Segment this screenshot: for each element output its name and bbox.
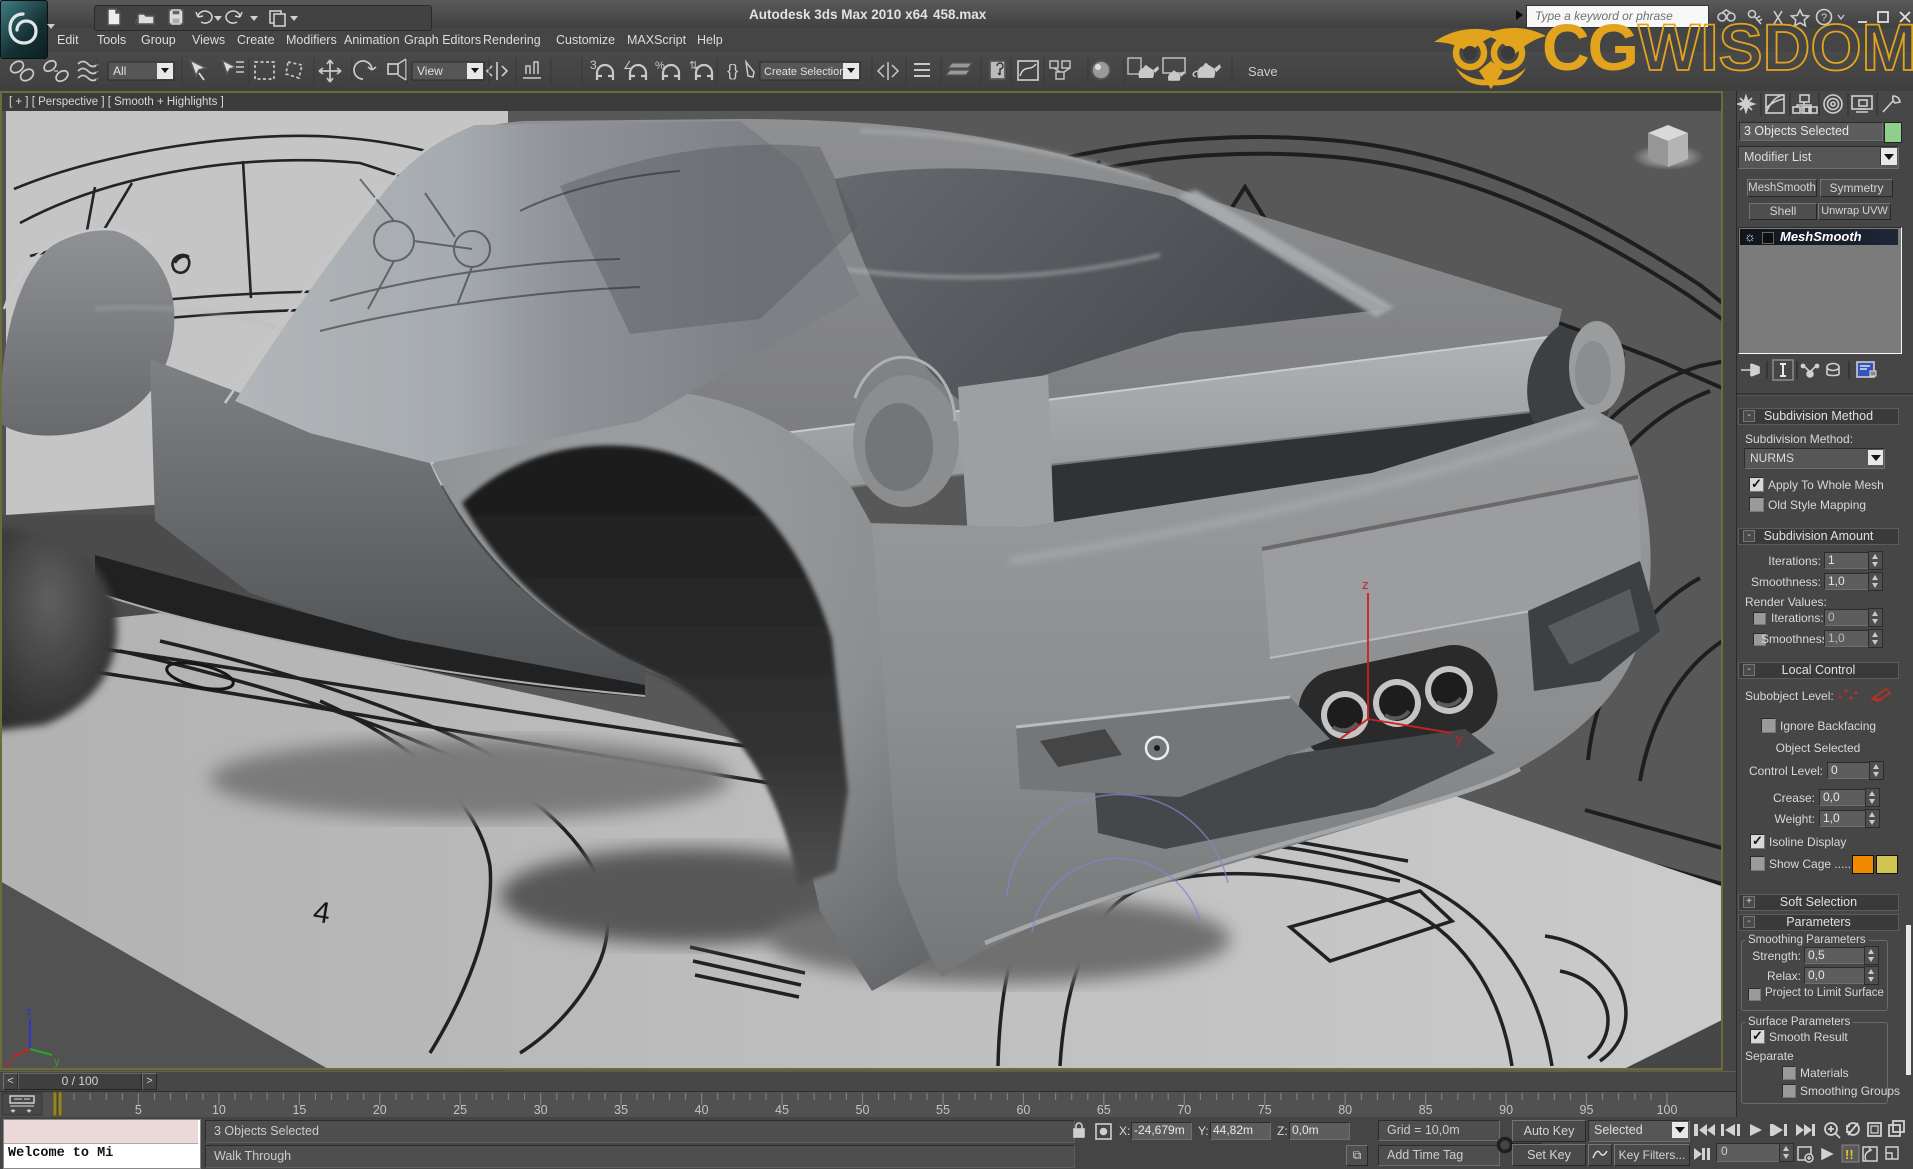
svg-text:100: 100 bbox=[1657, 1103, 1678, 1117]
svg-text:y: y bbox=[54, 1056, 60, 1068]
svg-text:Save: Save bbox=[1248, 64, 1278, 79]
svg-text:5: 5 bbox=[135, 1103, 142, 1117]
svg-text:[ + ] [ Perspective ] [ Smooth: [ + ] [ Perspective ] [ Smooth + Highlig… bbox=[9, 96, 224, 108]
svg-text:40: 40 bbox=[695, 1103, 709, 1117]
svg-text:75: 75 bbox=[1258, 1103, 1272, 1117]
svg-text:y: y bbox=[1456, 731, 1463, 746]
svg-text:10: 10 bbox=[212, 1103, 226, 1117]
svg-text:WISDOM: WISDOM bbox=[1638, 12, 1913, 84]
svg-text:z: z bbox=[1362, 577, 1369, 592]
svg-text:90: 90 bbox=[1499, 1103, 1513, 1117]
svg-text:30: 30 bbox=[534, 1103, 548, 1117]
svg-text:85: 85 bbox=[1419, 1103, 1433, 1117]
svg-text:45: 45 bbox=[775, 1103, 789, 1117]
svg-text:15: 15 bbox=[292, 1103, 306, 1117]
svg-text:∠: ∠ bbox=[623, 60, 633, 72]
svg-text:Create Selection S: Create Selection S bbox=[764, 66, 856, 78]
svg-text:50: 50 bbox=[856, 1103, 870, 1117]
svg-text:%: % bbox=[655, 60, 665, 72]
svg-text:65: 65 bbox=[1097, 1103, 1111, 1117]
svg-text:70: 70 bbox=[1177, 1103, 1191, 1117]
svg-text:z: z bbox=[26, 1006, 32, 1018]
svg-text:80: 80 bbox=[1338, 1103, 1352, 1117]
svg-text:55: 55 bbox=[936, 1103, 950, 1117]
svg-text:{}: {} bbox=[727, 61, 739, 80]
svg-text:60: 60 bbox=[1016, 1103, 1030, 1117]
svg-text:⇅: ⇅ bbox=[689, 60, 698, 72]
svg-text:35: 35 bbox=[614, 1103, 628, 1117]
svg-text:25: 25 bbox=[453, 1103, 467, 1117]
svg-text:CG: CG bbox=[1542, 12, 1637, 84]
svg-text:3: 3 bbox=[590, 58, 597, 72]
svg-text:View: View bbox=[417, 64, 443, 78]
svg-text:!!: !! bbox=[1845, 1147, 1854, 1162]
svg-text:All: All bbox=[113, 64, 126, 78]
svg-text:20: 20 bbox=[373, 1103, 387, 1117]
svg-text:95: 95 bbox=[1580, 1103, 1594, 1117]
